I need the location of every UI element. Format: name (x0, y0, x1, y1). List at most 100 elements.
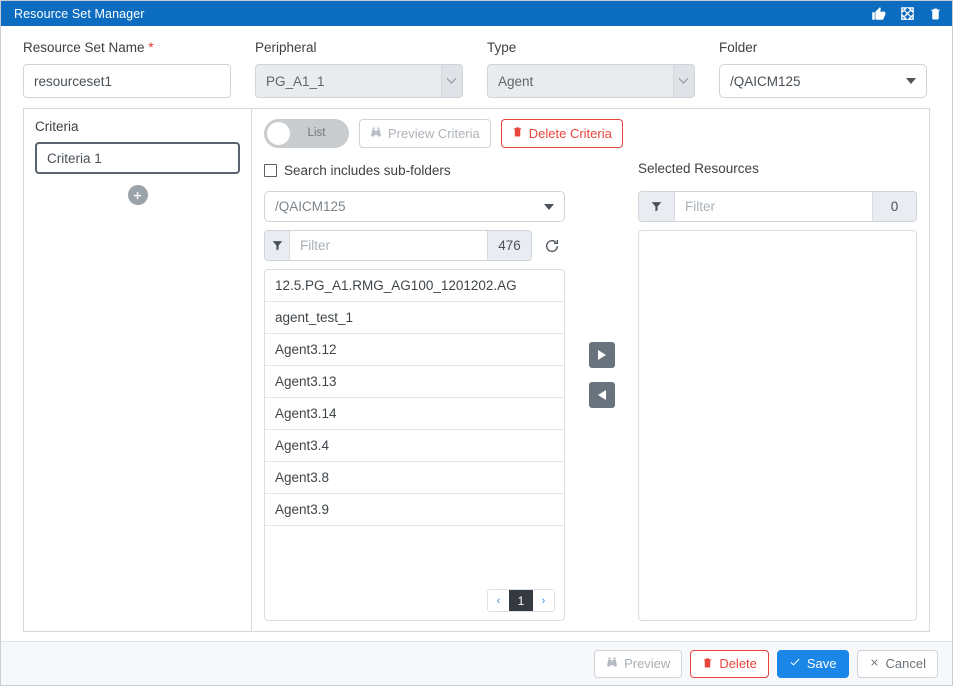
dual-list-area: Search includes sub-folders /QAICM125 47 (264, 148, 917, 621)
criteria-panel-title: Criteria (35, 119, 79, 134)
thumbs-up-icon[interactable] (871, 6, 886, 21)
criteria-detail-panel: List Preview Criteria Delete Criteria Se… (252, 108, 930, 632)
field-folder: Folder /QAICM125 (718, 40, 930, 98)
list-item[interactable]: Agent3.14 (265, 398, 564, 430)
list-item[interactable]: Agent3.4 (265, 430, 564, 462)
search-folder-dropdown[interactable]: /QAICM125 (264, 191, 565, 222)
add-criteria-button[interactable] (127, 185, 148, 205)
label-folder: Folder (718, 40, 758, 55)
close-icon (869, 656, 880, 671)
search-subfolders-checkbox[interactable] (264, 164, 277, 177)
folder-value: /QAICM125 (729, 73, 801, 89)
triangle-left-icon (597, 390, 606, 400)
selected-filter-group: 0 (638, 191, 917, 222)
chevron-down-icon (672, 65, 694, 97)
list-item[interactable]: agent_test_1 (265, 302, 564, 334)
list-item-label: Agent3.14 (275, 406, 337, 421)
field-resource-set-name: Resource Set Name * (23, 40, 255, 98)
window-title: Resource Set Manager (14, 6, 145, 21)
pagination-prev[interactable]: ‹ (488, 590, 509, 611)
pagination-group: ‹ 1 › (487, 589, 555, 612)
caret-down-icon (905, 78, 916, 84)
delete-button[interactable]: Delete (690, 649, 769, 678)
available-filter-row: 476 (264, 230, 565, 261)
trash-icon (512, 125, 523, 141)
window-titlebar: Resource Set Manager (1, 1, 952, 26)
folder-dropdown[interactable]: /QAICM125 (718, 64, 927, 98)
delete-criteria-button[interactable]: Delete Criteria (500, 118, 623, 148)
available-filter-input[interactable] (290, 231, 487, 260)
list-item[interactable]: Agent3.9 (265, 494, 564, 526)
trash-icon[interactable] (929, 6, 942, 21)
label-type: Type (486, 40, 517, 55)
list-item-label: 12.5.PG_A1.RMG_AG100_1201202.AG (275, 278, 517, 293)
criteria-panel: Criteria Criteria 1 (23, 108, 252, 632)
selected-count-badge: 0 (872, 192, 916, 221)
list-item-label: Agent3.4 (275, 438, 330, 453)
titlebar-actions (871, 6, 942, 21)
list-item-label: Agent3.9 (275, 502, 330, 517)
cancel-button[interactable]: Cancel (856, 649, 938, 678)
criteria-list-item[interactable]: Criteria 1 (35, 142, 240, 174)
list-item-label: agent_test_1 (275, 310, 354, 325)
field-type: Type Agent (486, 40, 719, 98)
available-count-badge: 476 (487, 231, 531, 260)
type-value: Agent (497, 73, 534, 89)
resource-set-manager-window: Resource Set Manager Resource Set Name *… (0, 0, 953, 686)
resource-set-name-input[interactable] (23, 64, 231, 98)
label-resource-set-name: Resource Set Name * (23, 40, 154, 55)
chevron-down-icon (440, 65, 462, 97)
pagination-page-1[interactable]: 1 (509, 590, 533, 611)
triangle-right-icon (597, 350, 606, 360)
preview-criteria-button[interactable]: Preview Criteria (359, 118, 491, 148)
filter-icon[interactable] (639, 192, 675, 221)
toggle-knob (267, 121, 290, 145)
search-folder-value: /QAICM125 (275, 199, 346, 214)
move-left-button[interactable] (588, 382, 615, 408)
save-button[interactable]: Save (776, 649, 849, 678)
delete-criteria-label: Delete Criteria (528, 125, 612, 141)
transfer-buttons-column (565, 161, 638, 621)
list-item[interactable]: 12.5.PG_A1.RMG_AG100_1201202.AG (265, 270, 564, 302)
move-right-button[interactable] (588, 342, 615, 368)
list-empty-space (265, 526, 564, 583)
cancel-button-label: Cancel (885, 656, 926, 671)
label-peripheral: Peripheral (254, 40, 317, 55)
binoculars-icon (370, 126, 382, 141)
refresh-icon[interactable] (539, 233, 565, 259)
list-toggle-label: List (307, 127, 326, 139)
binoculars-icon (606, 656, 618, 671)
expand-icon[interactable] (900, 6, 915, 21)
search-subfolders-row[interactable]: Search includes sub-folders (264, 161, 565, 180)
available-resources-list[interactable]: 12.5.PG_A1.RMG_AG100_1201202.AG agent_te… (264, 269, 565, 621)
main-body: Criteria Criteria 1 List Preview Criteri… (1, 108, 952, 632)
available-filter-group: 476 (264, 230, 532, 261)
required-asterisk: * (148, 40, 154, 55)
criteria-item-label: Criteria 1 (47, 150, 102, 166)
preview-button-label: Preview (624, 656, 671, 671)
selected-resources-column: Selected Resources 0 (638, 161, 917, 621)
list-item[interactable]: Agent3.8 (265, 462, 564, 494)
type-select: Agent (486, 64, 695, 98)
list-item[interactable]: Agent3.12 (265, 334, 564, 366)
selected-filter-input[interactable] (675, 192, 872, 221)
criteria-toolbar: List Preview Criteria Delete Criteria (264, 118, 917, 148)
save-button-label: Save (806, 656, 837, 671)
preview-button[interactable]: Preview (594, 649, 683, 678)
pagination-next[interactable]: › (533, 590, 554, 611)
add-criteria-wrapper (35, 174, 240, 205)
top-form-row: Resource Set Name * Peripheral PG_A1_1 T… (1, 26, 952, 108)
list-item-label: Agent3.8 (275, 470, 330, 485)
filter-icon[interactable] (265, 231, 290, 260)
preview-criteria-label: Preview Criteria (388, 125, 480, 141)
dialog-footer: Preview Delete Save Cancel (1, 641, 952, 685)
available-list-items: 12.5.PG_A1.RMG_AG100_1201202.AG agent_te… (265, 270, 564, 526)
selected-resources-list[interactable] (638, 230, 917, 621)
list-item-label: Agent3.12 (275, 342, 337, 357)
available-list-pagination: ‹ 1 › (265, 583, 564, 620)
list-toggle[interactable]: List (264, 118, 349, 148)
search-subfolders-label: Search includes sub-folders (284, 163, 451, 178)
list-item[interactable]: Agent3.13 (265, 366, 564, 398)
list-item-label: Agent3.13 (275, 374, 337, 389)
check-icon (789, 656, 801, 671)
